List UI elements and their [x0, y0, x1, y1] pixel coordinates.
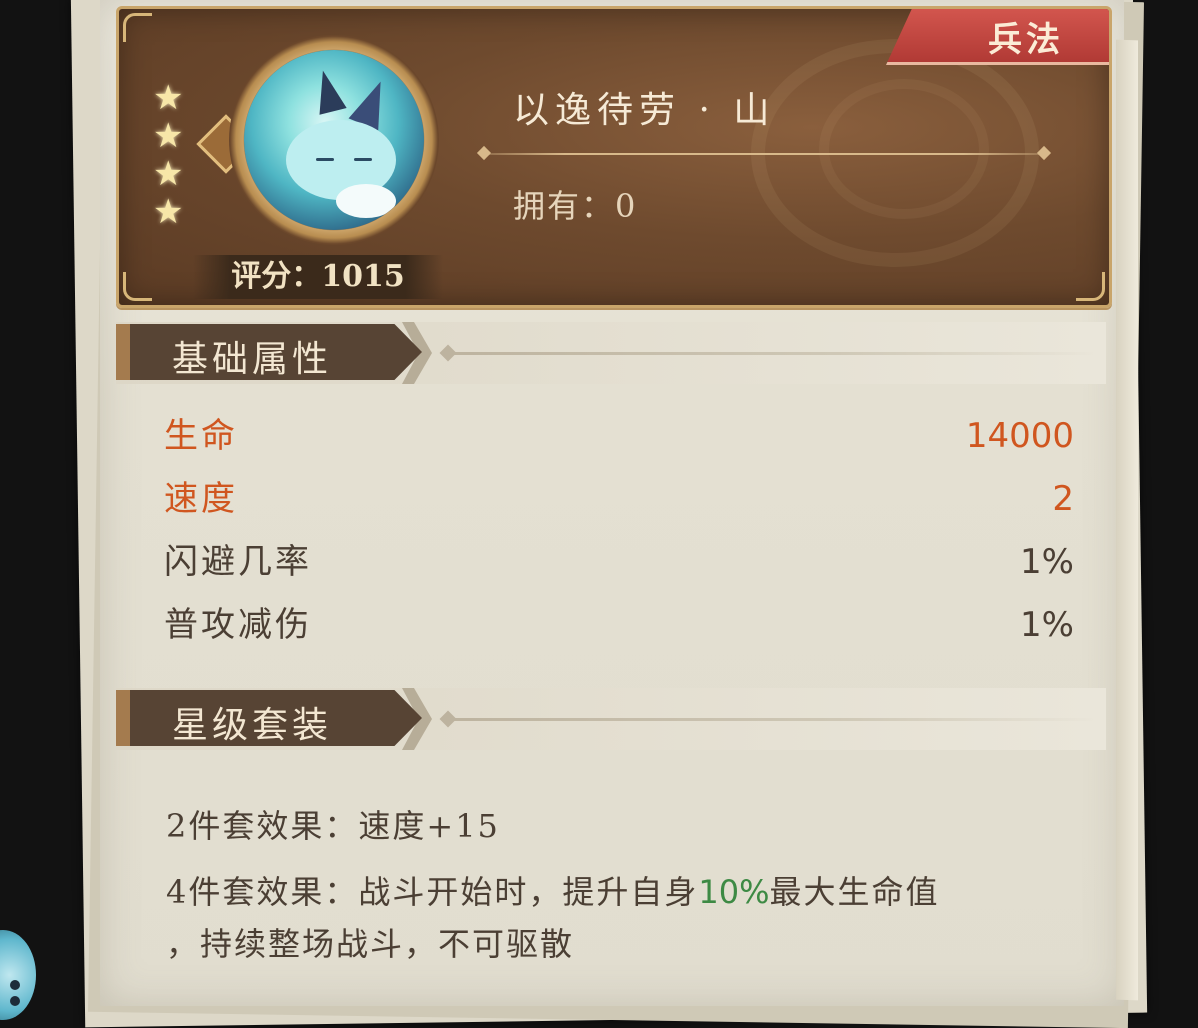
item-name: 以逸待劳 · 山: [513, 90, 776, 131]
mascot-eye: [10, 996, 20, 1006]
corner-ornament: [123, 272, 152, 301]
stat-label: 闪避几率: [164, 542, 312, 582]
set-effect-4-highlight: 10%: [698, 873, 770, 911]
set-effect-2-label: 2件套效果：: [166, 807, 359, 845]
section-rule: [446, 718, 1096, 721]
base-attributes-header: 基础属性: [116, 322, 1106, 384]
tab-bingfa[interactable]: 兵法: [886, 9, 1109, 65]
cloud-swirl-decoration-inner: [819, 79, 989, 219]
mascot-eye: [10, 980, 20, 990]
stat-value: 14000: [965, 416, 1074, 456]
owned-count: 拥有：0: [513, 181, 637, 227]
wolf-paw: [336, 184, 396, 218]
owned-label: 拥有：: [513, 187, 616, 225]
score-label: 评分：: [231, 259, 322, 294]
stat-row-dodge: 闪避几率 1%: [164, 540, 1074, 584]
item-portrait-frame: [229, 35, 439, 245]
star-rating: ★ ★ ★ ★: [153, 79, 193, 231]
paper-edge: [1116, 39, 1138, 1001]
stat-label: 生命: [164, 416, 238, 456]
stat-value: 1%: [1020, 542, 1074, 582]
stat-value: 2: [1052, 479, 1074, 519]
item-header-card: 兵法 ★ ★ ★ ★ 评分：1015 以逸待劳 · 山 拥有：0: [116, 6, 1112, 308]
set-effect-2-text: 速度+15: [358, 807, 500, 845]
set-effect-4-text-a: 战斗开始时，提升自身: [358, 873, 699, 911]
section-label-box: 基础属性: [116, 324, 422, 380]
title-divider: [479, 153, 1049, 155]
star-icon: ★: [153, 154, 184, 194]
set-effect-4-text-b: 最大生命值: [769, 873, 940, 911]
stat-row-hp: 生命 14000: [164, 414, 1074, 458]
corner-ornament: [1076, 272, 1105, 301]
score-plate: 评分：1015: [193, 255, 443, 299]
stat-label: 普攻减伤: [164, 605, 312, 645]
star-set-title: 星级套装: [172, 705, 333, 746]
base-attributes-title: 基础属性: [172, 339, 333, 380]
stat-row-speed: 速度 2: [164, 477, 1074, 521]
stat-row-normal-attack-reduction: 普攻减伤 1%: [164, 603, 1074, 647]
set-effect-4-label: 4件套效果：: [166, 873, 359, 911]
set-effect-4-text-c: ，持续整场战斗，不可驱散: [166, 925, 575, 963]
owned-value: 0: [615, 187, 638, 225]
star-icon: ★: [153, 116, 184, 156]
corner-ornament: [123, 13, 152, 42]
closed-eye: [354, 158, 372, 161]
star-icon: ★: [153, 192, 184, 232]
section-label-box: 星级套装: [116, 690, 422, 746]
mascot-peek-icon[interactable]: [0, 930, 36, 1020]
stat-value: 1%: [1020, 605, 1074, 645]
set-effect-2: 2件套效果：速度+15: [166, 800, 1076, 852]
stat-label: 速度: [164, 479, 238, 519]
set-effect-4: 4件套效果：战斗开始时，提升自身10%最大生命值 ，持续整场战斗，不可驱散: [166, 866, 1076, 970]
star-icon: ★: [153, 78, 184, 118]
star-set-header: 星级套装: [116, 688, 1106, 750]
section-rule: [446, 352, 1096, 355]
sleeping-wolf-portrait: [244, 50, 424, 230]
closed-eye: [316, 158, 334, 161]
score-value: 1015: [321, 259, 405, 294]
tab-bingfa-label: 兵法: [988, 20, 1064, 60]
ear-shape: [309, 67, 347, 115]
